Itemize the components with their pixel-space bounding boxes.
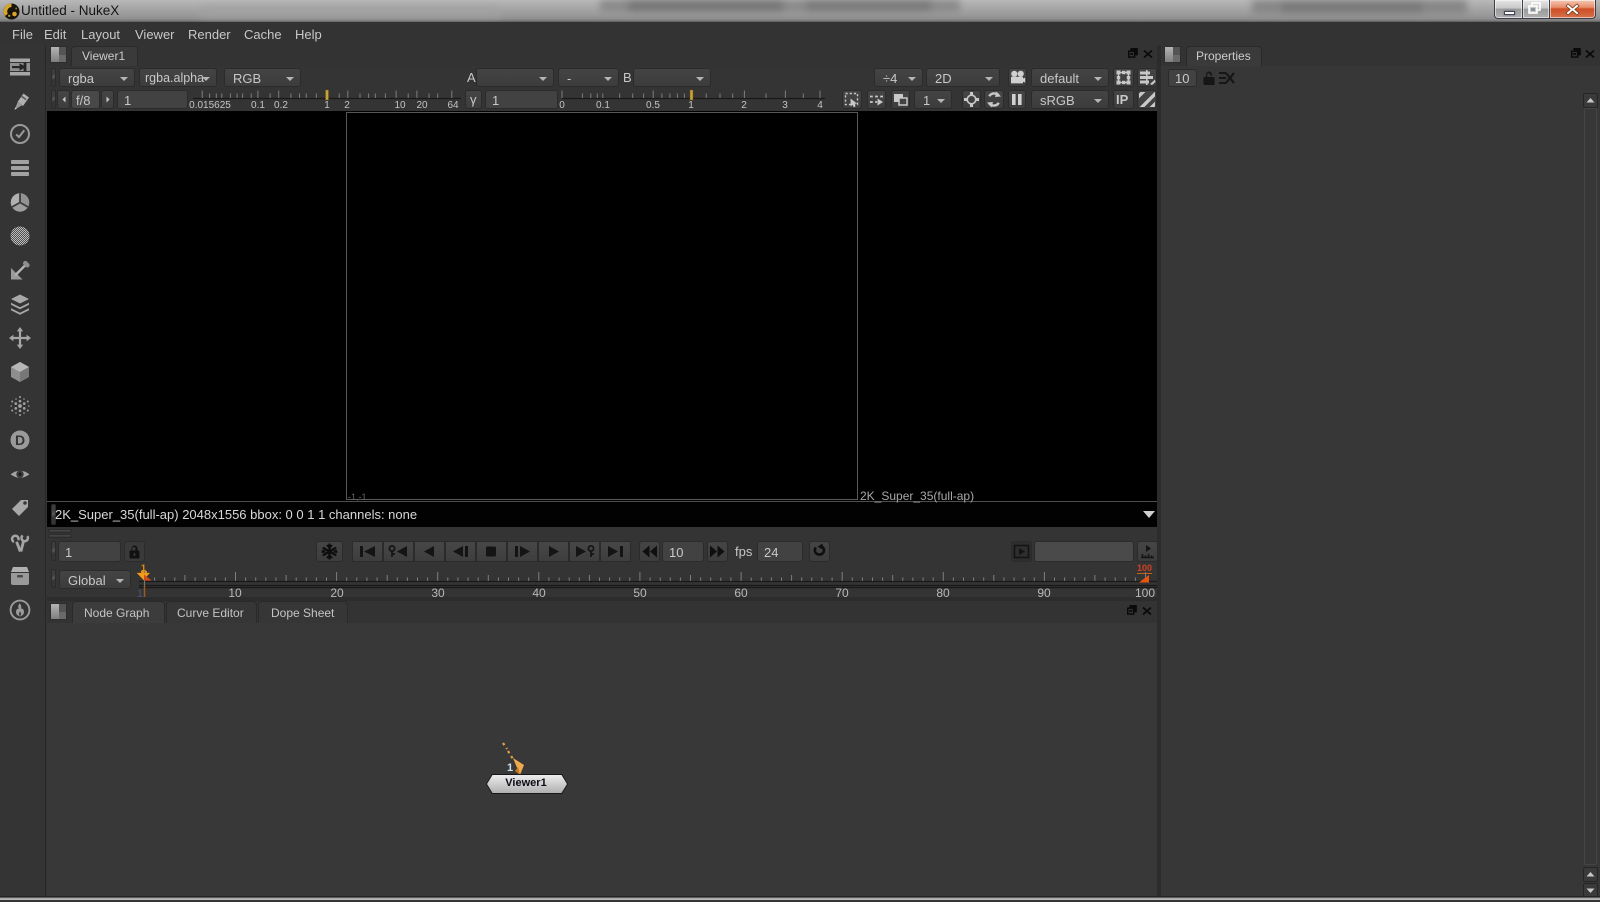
svg-text:0: 0	[559, 100, 565, 111]
svg-text:1: 1	[507, 762, 513, 774]
svg-text:D: D	[15, 432, 25, 448]
svg-text:1: 1	[688, 100, 694, 111]
svg-text:4: 4	[817, 100, 823, 111]
svg-text:3: 3	[782, 100, 788, 111]
svg-text:0.1: 0.1	[596, 100, 610, 111]
svg-text:2: 2	[741, 100, 747, 111]
svg-text:0.5: 0.5	[646, 100, 660, 111]
